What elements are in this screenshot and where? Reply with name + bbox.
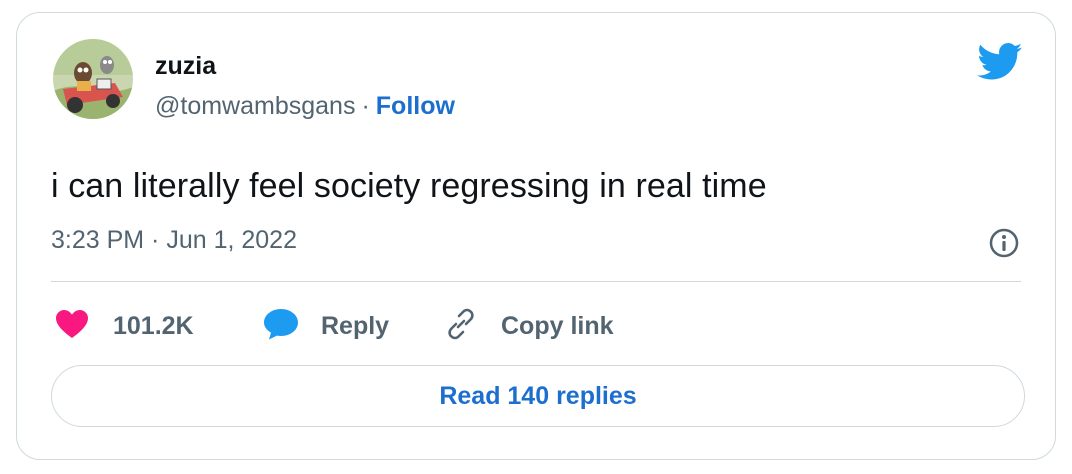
tweet-card: zuzia @tomwambsgans · Follow i can literal… [16, 12, 1056, 460]
separator-dot: · [361, 92, 370, 120]
copy-link-button[interactable]: Copy link [443, 306, 614, 346]
heart-icon [55, 309, 89, 344]
link-icon [443, 306, 479, 347]
author-name[interactable]: zuzia [155, 51, 216, 81]
author-handle[interactable]: @tomwambsgans [155, 92, 355, 120]
like-count: 101.2K [113, 311, 194, 340]
divider [51, 281, 1021, 282]
author-handle-line: @tomwambsgans · Follow [155, 91, 455, 121]
avatar[interactable] [53, 39, 133, 119]
speech-bubble-icon [263, 308, 299, 345]
read-replies-button[interactable]: Read 140 replies [51, 365, 1025, 427]
reply-button[interactable]: Reply [263, 306, 389, 346]
copy-link-label: Copy link [501, 311, 614, 340]
info-icon[interactable] [989, 228, 1019, 258]
reply-label: Reply [321, 311, 390, 340]
tweet-text: i can literally feel society regressing … [51, 167, 767, 205]
like-button[interactable]: 101.2K [55, 306, 194, 346]
follow-button[interactable]: Follow [376, 92, 455, 120]
twitter-bird-icon[interactable] [977, 43, 1023, 81]
tweet-timestamp[interactable]: 3:23 PM · Jun 1, 2022 [51, 225, 297, 255]
